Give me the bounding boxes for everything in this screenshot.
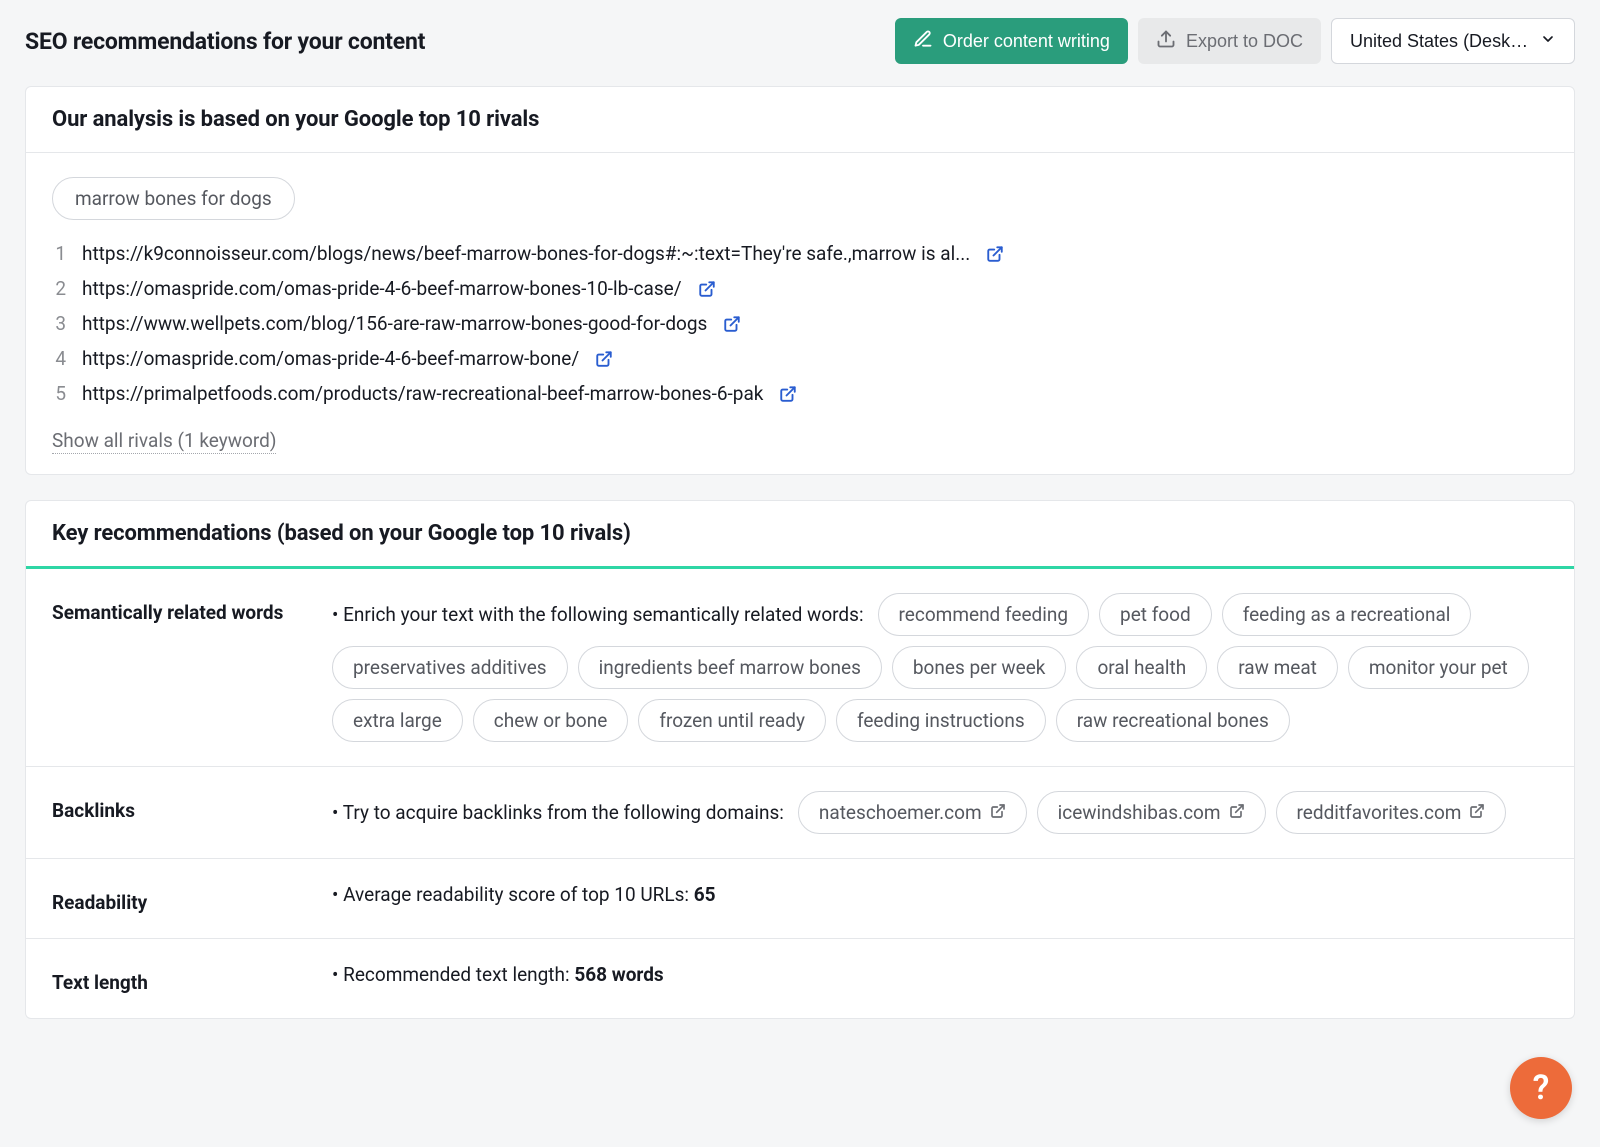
external-link-icon: [990, 801, 1006, 824]
upload-icon: [1156, 29, 1176, 54]
rec-textlength-intro: Recommended text length:: [343, 963, 569, 986]
semantic-chip[interactable]: raw meat: [1217, 646, 1338, 689]
semantic-chip[interactable]: oral health: [1076, 646, 1207, 689]
rec-label-readability: Readability: [52, 883, 332, 914]
external-link-icon[interactable]: [986, 245, 1004, 263]
rival-row: 3 https://www.wellpets.com/blog/156-are-…: [52, 312, 1548, 335]
recommendations-title: Key recommendations (based on your Googl…: [52, 521, 1548, 546]
top-bar: SEO recommendations for your content Ord…: [25, 18, 1575, 64]
rival-number: 1: [52, 242, 66, 265]
semantic-chip[interactable]: raw recreational bones: [1056, 699, 1290, 742]
semantic-chip[interactable]: feeding instructions: [836, 699, 1046, 742]
backlink-chip[interactable]: redditfavorites.com: [1276, 791, 1507, 834]
page-title: SEO recommendations for your content: [25, 28, 425, 55]
semantic-chip[interactable]: frozen until ready: [638, 699, 826, 742]
show-all-rivals-link[interactable]: Show all rivals (1 keyword): [52, 429, 276, 454]
rival-number: 3: [52, 312, 66, 335]
analysis-card: Our analysis is based on your Google top…: [25, 86, 1575, 475]
backlink-chip[interactable]: icewindshibas.com: [1037, 791, 1266, 834]
rival-url[interactable]: https://omaspride.com/omas-pride-4-6-bee…: [82, 277, 682, 300]
external-link-icon[interactable]: [698, 280, 716, 298]
recommendations-card: Key recommendations (based on your Googl…: [25, 500, 1575, 1019]
rec-content-textlength: • Recommended text length: 568 words: [332, 963, 1548, 994]
rival-number: 4: [52, 347, 66, 370]
region-selector-label: United States (Deskt...: [1350, 31, 1530, 52]
external-link-icon: [1469, 801, 1485, 824]
semantic-chip[interactable]: pet food: [1099, 593, 1212, 636]
backlink-chip[interactable]: nateschoemer.com: [798, 791, 1027, 834]
rec-content-readability: • Average readability score of top 10 UR…: [332, 883, 1548, 914]
rec-readability-intro: Average readability score of top 10 URLs…: [343, 883, 689, 906]
recommendations-header: Key recommendations (based on your Googl…: [26, 501, 1574, 569]
export-doc-label: Export to DOC: [1186, 31, 1303, 52]
order-content-button[interactable]: Order content writing: [895, 18, 1128, 64]
rec-label-backlinks: Backlinks: [52, 791, 332, 834]
chevron-down-icon: [1540, 31, 1556, 52]
rec-label-semantic: Semantically related words: [52, 593, 332, 742]
rival-list: 1 https://k9connoisseur.com/blogs/news/b…: [52, 242, 1548, 405]
semantic-chip[interactable]: feeding as a recreational: [1222, 593, 1472, 636]
semantic-chip[interactable]: extra large: [332, 699, 463, 742]
rival-row: 5 https://primalpetfoods.com/products/ra…: [52, 382, 1548, 405]
edit-icon: [913, 29, 933, 54]
export-doc-button[interactable]: Export to DOC: [1138, 18, 1321, 64]
order-content-label: Order content writing: [943, 31, 1110, 52]
rival-row: 1 https://k9connoisseur.com/blogs/news/b…: [52, 242, 1548, 265]
external-link-icon[interactable]: [595, 350, 613, 368]
rec-row-textlength: Text length • Recommended text length: 5…: [26, 939, 1574, 1018]
analysis-card-body: marrow bones for dogs 1 https://k9connoi…: [26, 153, 1574, 474]
top-actions: Order content writing Export to DOC Unit…: [895, 18, 1575, 64]
external-link-icon[interactable]: [723, 315, 741, 333]
help-button[interactable]: ?: [1510, 1057, 1572, 1119]
rec-backlinks-intro: • Try to acquire backlinks from the foll…: [332, 801, 784, 824]
keyword-pill[interactable]: marrow bones for dogs: [52, 177, 295, 220]
semantic-chip[interactable]: monitor your pet: [1348, 646, 1529, 689]
rival-url[interactable]: https://primalpetfoods.com/products/raw-…: [82, 382, 763, 405]
rec-semantic-intro: • Enrich your text with the following se…: [332, 603, 864, 626]
backlink-domain: nateschoemer.com: [819, 801, 982, 824]
rival-url[interactable]: https://omaspride.com/omas-pride-4-6-bee…: [82, 347, 579, 370]
rec-row-backlinks: Backlinks • Try to acquire backlinks fro…: [26, 767, 1574, 859]
semantic-chip[interactable]: chew or bone: [473, 699, 629, 742]
rec-textlength-value: 568 words: [574, 963, 663, 986]
rec-content-backlinks: • Try to acquire backlinks from the foll…: [332, 791, 1548, 834]
rec-content-semantic: • Enrich your text with the following se…: [332, 593, 1548, 742]
rival-row: 4 https://omaspride.com/omas-pride-4-6-b…: [52, 347, 1548, 370]
external-link-icon: [1229, 801, 1245, 824]
rec-row-readability: Readability • Average readability score …: [26, 859, 1574, 939]
region-selector[interactable]: United States (Deskt...: [1331, 18, 1575, 64]
semantic-chip[interactable]: bones per week: [892, 646, 1067, 689]
rival-number: 5: [52, 382, 66, 405]
semantic-chip[interactable]: preservatives additives: [332, 646, 568, 689]
rival-url[interactable]: https://www.wellpets.com/blog/156-are-ra…: [82, 312, 707, 335]
rec-readability-value: 65: [694, 883, 716, 906]
rival-url[interactable]: https://k9connoisseur.com/blogs/news/bee…: [82, 242, 970, 265]
analysis-title: Our analysis is based on your Google top…: [52, 107, 1548, 132]
rival-number: 2: [52, 277, 66, 300]
analysis-card-header: Our analysis is based on your Google top…: [26, 87, 1574, 153]
semantic-chip[interactable]: recommend feeding: [878, 593, 1089, 636]
backlink-domain: redditfavorites.com: [1297, 801, 1462, 824]
external-link-icon[interactable]: [779, 385, 797, 403]
semantic-chip[interactable]: ingredients beef marrow bones: [578, 646, 882, 689]
rec-label-textlength: Text length: [52, 963, 332, 994]
backlink-domain: icewindshibas.com: [1058, 801, 1221, 824]
rec-row-semantic: Semantically related words • Enrich your…: [26, 569, 1574, 767]
rival-row: 2 https://omaspride.com/omas-pride-4-6-b…: [52, 277, 1548, 300]
